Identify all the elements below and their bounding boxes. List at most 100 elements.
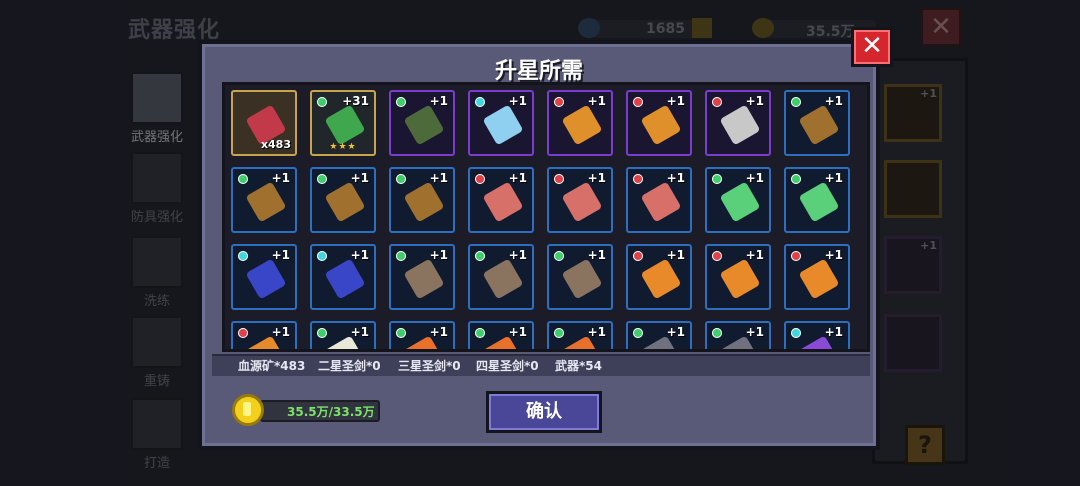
red-gem-icon bbox=[238, 328, 248, 338]
item-slot[interactable]: +1 bbox=[705, 321, 771, 349]
confirm-button[interactable]: 确认 bbox=[486, 391, 602, 433]
green-gem-icon bbox=[791, 174, 801, 184]
claw-icon bbox=[482, 181, 524, 223]
item-level: +1 bbox=[508, 248, 527, 262]
shotgun-icon bbox=[403, 181, 445, 223]
green-gem-icon bbox=[396, 174, 406, 184]
cyan-gem-icon bbox=[475, 97, 485, 107]
item-level: +1 bbox=[587, 248, 606, 262]
smg-icon bbox=[245, 258, 287, 300]
item-level: +1 bbox=[745, 325, 764, 339]
green-gem-icon bbox=[396, 328, 406, 338]
green-gem-icon bbox=[396, 251, 406, 261]
item-slot[interactable]: +1 bbox=[231, 244, 297, 310]
item-level: +1 bbox=[508, 171, 527, 185]
item-level: +1 bbox=[271, 248, 290, 262]
item-slot[interactable]: +1 bbox=[231, 167, 297, 233]
green-gem-icon bbox=[317, 97, 327, 107]
item-slot[interactable]: +1 bbox=[310, 321, 376, 349]
item-count: x483 bbox=[260, 138, 291, 151]
item-level: +1 bbox=[666, 94, 685, 108]
slingshot-icon bbox=[561, 104, 603, 146]
item-level: +1 bbox=[429, 94, 448, 108]
item-slot[interactable]: +1 bbox=[468, 321, 534, 349]
item-slot[interactable]: +31 ★★★ bbox=[310, 90, 376, 156]
item-level: +1 bbox=[508, 94, 527, 108]
requirement-text: 二星圣剑*0 bbox=[318, 359, 381, 373]
cyan-gem-icon bbox=[317, 251, 327, 261]
item-level: +1 bbox=[745, 94, 764, 108]
item-slot[interactable]: +1 bbox=[547, 321, 613, 349]
red-gem-icon bbox=[712, 97, 722, 107]
requirements-bar bbox=[212, 354, 870, 376]
green-dagger-icon bbox=[719, 181, 761, 223]
item-slot[interactable]: +1 bbox=[468, 90, 534, 156]
green-blaster-icon bbox=[324, 104, 366, 146]
item-slot[interactable]: x483 bbox=[231, 90, 297, 156]
close-button[interactable]: ✕ bbox=[851, 27, 893, 67]
item-slot[interactable]: +1 bbox=[784, 244, 850, 310]
item-slot[interactable]: +1 bbox=[231, 321, 297, 349]
item-slot[interactable]: +1 bbox=[705, 244, 771, 310]
item-slot[interactable]: +1 bbox=[705, 90, 771, 156]
item-slot[interactable]: +1 bbox=[626, 167, 692, 233]
item-level: +1 bbox=[271, 171, 290, 185]
item-level: +1 bbox=[745, 171, 764, 185]
item-slot[interactable]: +1 bbox=[389, 167, 455, 233]
item-slot[interactable]: +1 bbox=[626, 244, 692, 310]
item-slot[interactable]: +1 bbox=[468, 167, 534, 233]
stone-block-icon bbox=[561, 258, 603, 300]
item-level: +1 bbox=[350, 325, 369, 339]
item-slot[interactable]: +1 bbox=[784, 167, 850, 233]
item-level: +1 bbox=[587, 325, 606, 339]
red-gem-icon bbox=[633, 251, 643, 261]
item-slot[interactable]: +1 bbox=[784, 321, 850, 349]
red-gem-icon bbox=[712, 251, 722, 261]
item-slot[interactable]: +1 bbox=[547, 167, 613, 233]
item-slot[interactable]: +1 bbox=[626, 90, 692, 156]
item-slot[interactable]: +1 bbox=[389, 321, 455, 349]
item-slot[interactable]: +1 bbox=[310, 244, 376, 310]
green-gem-icon bbox=[317, 328, 327, 338]
item-slot[interactable]: +1 bbox=[389, 244, 455, 310]
green-gem-icon bbox=[238, 174, 248, 184]
slingshot-icon bbox=[640, 104, 682, 146]
item-slot[interactable]: +1 bbox=[784, 90, 850, 156]
claw-icon bbox=[561, 181, 603, 223]
item-slot[interactable]: +1 bbox=[468, 244, 534, 310]
hook-icon bbox=[719, 104, 761, 146]
shotgun-icon bbox=[245, 181, 287, 223]
item-level: +1 bbox=[587, 171, 606, 185]
lantern-icon bbox=[640, 258, 682, 300]
star-rating: ★★★ bbox=[329, 142, 357, 152]
red-gem-icon bbox=[554, 174, 564, 184]
item-slot[interactable]: +1 bbox=[310, 167, 376, 233]
item-level: +1 bbox=[350, 171, 369, 185]
item-slot[interactable]: +1 bbox=[547, 90, 613, 156]
dialog-title: 升星所需 bbox=[494, 59, 583, 84]
green-gem-icon bbox=[712, 328, 722, 338]
green-gem-icon bbox=[475, 328, 485, 338]
item-slot[interactable]: +1 bbox=[705, 167, 771, 233]
item-slot[interactable]: +1 bbox=[547, 244, 613, 310]
red-gem-icon bbox=[633, 174, 643, 184]
item-level: +1 bbox=[824, 171, 843, 185]
green-gem-icon bbox=[712, 174, 722, 184]
item-level: +1 bbox=[824, 248, 843, 262]
item-level: +1 bbox=[587, 94, 606, 108]
gold-cost-text: 35.5万/33.5万 bbox=[287, 405, 375, 419]
requirement-text: 三星圣剑*0 bbox=[398, 359, 461, 373]
requirement-text: 四星圣剑*0 bbox=[476, 359, 539, 373]
item-level: +1 bbox=[824, 94, 843, 108]
green-gem-icon bbox=[633, 328, 643, 338]
item-slot[interactable]: +1 bbox=[389, 90, 455, 156]
item-level: +1 bbox=[350, 248, 369, 262]
item-level: +1 bbox=[745, 248, 764, 262]
green-gem-icon bbox=[475, 251, 485, 261]
material-grid[interactable]: x483 +31 ★★★ +1 +1 +1 +1 +1 +1 +1 +1 +1 +1 +1 +1 +1 +1 +1… bbox=[222, 82, 870, 352]
requirement-text: 武器*54 bbox=[555, 359, 602, 373]
claw-icon bbox=[640, 181, 682, 223]
lantern-icon bbox=[719, 258, 761, 300]
item-slot[interactable]: +1 bbox=[626, 321, 692, 349]
green-gem-icon bbox=[791, 97, 801, 107]
